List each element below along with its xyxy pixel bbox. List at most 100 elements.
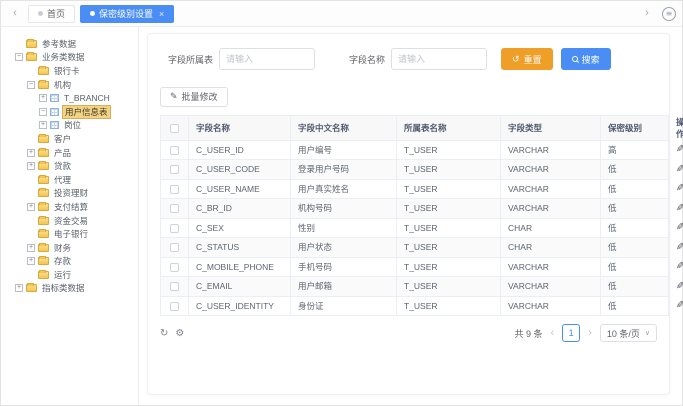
- edit-icon[interactable]: ✎: [676, 222, 683, 233]
- reset-button[interactable]: ↺ 重置: [501, 48, 553, 70]
- gear-icon[interactable]: ⚙: [175, 328, 184, 339]
- row-checkbox[interactable]: [170, 282, 179, 291]
- expander-icon[interactable]: −: [15, 53, 23, 61]
- expander-icon[interactable]: +: [27, 244, 35, 252]
- edit-icon[interactable]: ✎: [676, 144, 683, 155]
- table-row: C_BR_ID机构号码T_USERVARCHAR低✎: [161, 199, 669, 219]
- row-checkbox[interactable]: [170, 204, 179, 213]
- prev-page-icon[interactable]: ‹: [549, 327, 557, 339]
- row-checkbox[interactable]: [170, 165, 179, 174]
- select-all-checkbox[interactable]: [170, 124, 179, 133]
- next-page-icon[interactable]: ›: [586, 327, 594, 339]
- folder-icon: [38, 230, 49, 238]
- sidebar-tree: 参考数据 −业务类数据 银行卡 −机构 +T_BRANCH −用户信息表 +岗位…: [1, 27, 139, 405]
- reset-label: 重置: [524, 53, 542, 66]
- tree-node-agency[interactable]: 代理: [7, 173, 136, 187]
- tree-node-investment[interactable]: 投资理财: [7, 187, 136, 201]
- page-number-button[interactable]: 1: [562, 324, 580, 342]
- table-row: C_USER_NAME用户真实姓名T_USERVARCHAR低✎: [161, 179, 669, 199]
- tree-node-indicator-data[interactable]: +指标类数据: [7, 282, 136, 296]
- row-checkbox[interactable]: [170, 146, 179, 155]
- row-checkbox[interactable]: [170, 243, 179, 252]
- expander-icon[interactable]: +: [39, 94, 47, 102]
- tree-node-operation[interactable]: 运行: [7, 268, 136, 282]
- tree-node-fund-transaction[interactable]: 资金交易: [7, 214, 136, 228]
- batch-edit-button[interactable]: ✎ 批量修改: [160, 87, 228, 107]
- edit-icon[interactable]: ✎: [676, 183, 683, 194]
- expander-icon[interactable]: +: [39, 121, 47, 129]
- table-icon: [50, 94, 59, 102]
- folder-icon: [38, 176, 49, 184]
- tree-node-e-banking[interactable]: 电子银行: [7, 227, 136, 241]
- search-form: 字段所属表 字段名称 ↺ 重置 搜索: [160, 48, 657, 70]
- field-table-label: 字段所属表: [168, 53, 213, 66]
- folder-icon: [38, 257, 49, 265]
- tabs-menu-icon[interactable]: ≡: [662, 7, 676, 21]
- search-button[interactable]: 搜索: [561, 48, 611, 70]
- tabs-scroll-right-icon[interactable]: ›: [639, 6, 655, 22]
- field-name-input[interactable]: [391, 48, 487, 70]
- folder-icon: [38, 203, 49, 211]
- col-secrecy-level: 保密级别: [601, 115, 669, 140]
- tab-home[interactable]: 首页: [28, 5, 75, 23]
- fields-table: 字段名称 字段中文名称 所属表名称 字段类型 保密级别 操作 C_USER_ID…: [160, 115, 669, 317]
- table-row: C_STATUS用户状态T_USERCHAR低✎: [161, 238, 669, 258]
- folder-icon: [38, 244, 49, 252]
- expander-icon[interactable]: −: [39, 108, 47, 116]
- row-checkbox[interactable]: [170, 263, 179, 272]
- expander-icon[interactable]: +: [15, 284, 23, 292]
- folder-icon: [38, 149, 49, 157]
- edit-icon[interactable]: ✎: [676, 300, 683, 311]
- tree-node-business-data[interactable]: −业务类数据: [7, 51, 136, 65]
- folder-icon: [26, 40, 37, 48]
- search-label: 搜索: [582, 53, 600, 66]
- row-checkbox[interactable]: [170, 224, 179, 233]
- tree-node-loan[interactable]: +贷款: [7, 159, 136, 173]
- table-row: C_EMAIL用户邮箱T_USERVARCHAR低✎: [161, 277, 669, 297]
- tab-bar: ‹ 首页 保密级别设置 × › ≡: [1, 1, 682, 27]
- refresh-icon[interactable]: ↻: [160, 328, 168, 339]
- edit-icon[interactable]: ✎: [676, 164, 683, 175]
- pencil-icon: ✎: [170, 92, 178, 101]
- table-row: C_USER_CODE登录用户号码T_USERVARCHAR低✎: [161, 160, 669, 180]
- row-checkbox[interactable]: [170, 302, 179, 311]
- expander-icon[interactable]: +: [27, 162, 35, 170]
- expander-icon[interactable]: +: [27, 149, 35, 157]
- folder-icon: [38, 67, 49, 75]
- edit-icon[interactable]: ✎: [676, 281, 683, 292]
- expander-icon[interactable]: −: [27, 81, 35, 89]
- field-table-input[interactable]: [219, 48, 315, 70]
- tree-node-position[interactable]: +岗位: [7, 119, 136, 133]
- col-field-type: 字段类型: [501, 115, 601, 140]
- total-count-label: 共 9 条: [515, 327, 543, 340]
- tree-node-product[interactable]: +产品: [7, 146, 136, 160]
- edit-icon[interactable]: ✎: [676, 203, 683, 214]
- table-row: C_SEX性别T_USERCHAR低✎: [161, 218, 669, 238]
- tree-node-bank-card[interactable]: 银行卡: [7, 64, 136, 78]
- table-row: C_USER_IDENTITY身份证T_USERVARCHAR低✎: [161, 296, 669, 316]
- field-name-label: 字段名称: [349, 53, 385, 66]
- col-table-name: 所属表名称: [397, 115, 501, 140]
- tree-node-finance[interactable]: +财务: [7, 241, 136, 255]
- close-icon[interactable]: ×: [159, 9, 164, 19]
- expander-icon[interactable]: +: [27, 203, 35, 211]
- page-size-select[interactable]: 10 条/页 ∨: [600, 324, 657, 342]
- search-icon: [572, 56, 578, 62]
- tree-node-customer[interactable]: 客户: [7, 132, 136, 146]
- expander-icon[interactable]: +: [27, 257, 35, 265]
- tree-node-reference-data[interactable]: 参考数据: [7, 37, 136, 51]
- edit-icon[interactable]: ✎: [676, 242, 683, 253]
- table-footer: ↻ ⚙ 共 9 条 ‹ 1 › 10 条/页 ∨: [160, 324, 657, 342]
- row-checkbox[interactable]: [170, 185, 179, 194]
- tree-node-payment-settlement[interactable]: +支付结算: [7, 200, 136, 214]
- folder-icon: [38, 162, 49, 170]
- tree-node-t-branch[interactable]: +T_BRANCH: [7, 91, 136, 105]
- reset-arrow-icon: ↺: [512, 55, 520, 64]
- tree-node-user-info-table[interactable]: −用户信息表: [7, 105, 136, 119]
- tab-dot-icon: [38, 11, 43, 16]
- edit-icon[interactable]: ✎: [676, 261, 683, 272]
- tabs-scroll-left-icon[interactable]: ‹: [7, 6, 23, 22]
- tree-node-organization[interactable]: −机构: [7, 78, 136, 92]
- tab-secrecy-settings[interactable]: 保密级别设置 ×: [80, 5, 174, 23]
- tree-node-deposit[interactable]: +存款: [7, 255, 136, 269]
